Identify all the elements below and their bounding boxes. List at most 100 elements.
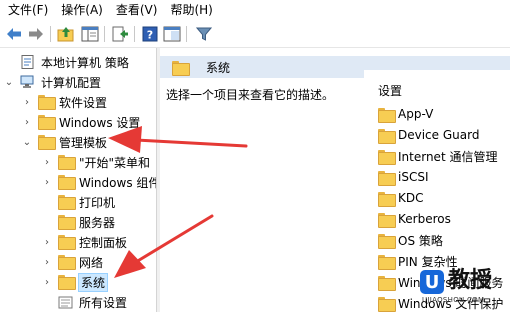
list-item[interactable]: Device Guard <box>378 125 479 145</box>
watermark-title: 教授 <box>448 268 493 293</box>
tree-item-control-panel[interactable]: › 控制面板 <box>42 232 127 252</box>
tree-label: 网络 <box>79 255 104 270</box>
folder-icon <box>58 155 76 170</box>
chevron-right-icon[interactable]: › <box>22 117 32 128</box>
column-header-setting[interactable]: 设置 <box>378 82 402 99</box>
filter-icon <box>196 27 212 41</box>
tree-item-printers[interactable]: 打印机 <box>42 192 115 212</box>
tree-item-system[interactable]: › 系统 <box>42 272 109 292</box>
chevron-right-icon[interactable]: › <box>42 157 52 168</box>
tree-pane: 本地计算机 策略 ⌄ 计算机配置 › 软件设置 › Windows 设置 ⌄ 管… <box>0 48 157 312</box>
chevron-right-icon[interactable]: › <box>42 237 52 248</box>
svg-text:?: ? <box>147 29 153 42</box>
tree-label: 管理模板 <box>59 135 108 150</box>
tree-label: 服务器 <box>79 215 116 230</box>
chevron-right-icon[interactable]: › <box>42 177 52 188</box>
properties-button[interactable] <box>162 24 182 44</box>
show-hide-tree-button[interactable] <box>80 24 100 44</box>
properties-icon <box>163 26 181 42</box>
folder-icon <box>58 175 76 190</box>
folder-icon <box>58 195 76 210</box>
back-arrow-icon <box>7 28 21 40</box>
back-button[interactable] <box>4 24 24 44</box>
tree-item-windows-components[interactable]: › Windows 组件 <box>42 172 157 192</box>
watermark-logo: U 教授 UJIAOSHOU.COM <box>420 262 510 312</box>
filter-button[interactable] <box>194 24 214 44</box>
forward-button[interactable] <box>26 24 46 44</box>
toolbar: ? <box>0 20 510 48</box>
tree-label: Windows 组件 <box>79 175 157 190</box>
list-item-label: Device Guard <box>398 128 480 142</box>
list-item[interactable]: OS 策略 <box>378 230 443 250</box>
up-folder-button[interactable] <box>56 24 76 44</box>
computer-icon <box>20 75 34 88</box>
menu-view[interactable]: 查看(V) <box>108 0 163 20</box>
tree-item-network[interactable]: › 网络 <box>42 252 103 272</box>
folder-icon <box>38 135 56 150</box>
folder-icon <box>172 60 190 76</box>
menu-help[interactable]: 帮助(H) <box>162 0 217 20</box>
folder-icon <box>378 170 396 186</box>
export-list-button[interactable] <box>110 24 130 44</box>
tree-item-start-menu[interactable]: › "开始"菜单和 <box>42 152 150 172</box>
folder-icon <box>378 107 396 123</box>
menu-file[interactable]: 文件(F) <box>0 0 53 20</box>
forward-arrow-icon <box>29 28 43 40</box>
policy-document-icon <box>21 55 34 69</box>
tree-item-admin-templates[interactable]: ⌄ 管理模板 <box>22 132 107 152</box>
folder-icon <box>378 296 396 312</box>
tree-item-local-policy[interactable]: 本地计算机 策略 <box>4 52 129 72</box>
tree-item-servers[interactable]: 服务器 <box>42 212 115 232</box>
folder-icon <box>58 255 76 270</box>
chevron-right-icon[interactable]: › <box>22 97 32 108</box>
up-folder-icon <box>57 27 74 42</box>
watermark-badge: U <box>420 270 444 294</box>
toolbar-separator <box>186 26 187 42</box>
tree-item-all-settings[interactable]: 所有设置 <box>42 292 127 312</box>
help-icon: ? <box>142 26 158 42</box>
tree-label: 软件设置 <box>59 95 108 110</box>
folder-icon <box>378 275 396 291</box>
list-item[interactable]: iSCSI <box>378 167 429 187</box>
folder-icon <box>58 235 76 250</box>
folder-icon <box>378 212 396 228</box>
tree-label: 所有设置 <box>79 295 128 310</box>
list-item-label: OS 策略 <box>398 233 443 248</box>
folder-icon <box>378 233 396 249</box>
list-item[interactable]: KDC <box>378 188 424 208</box>
list-item-label: App-V <box>398 107 434 121</box>
list-item[interactable]: App-V <box>378 104 433 124</box>
folder-icon <box>58 215 76 230</box>
menu-bar: 文件(F) 操作(A) 查看(V) 帮助(H) <box>0 0 510 20</box>
chevron-down-icon[interactable]: ⌄ <box>4 77 14 88</box>
folder-icon <box>38 115 56 130</box>
tree-item-windows-settings[interactable]: › Windows 设置 <box>22 112 140 132</box>
tree-item-software-settings[interactable]: › 软件设置 <box>22 92 107 112</box>
folder-icon <box>378 191 396 207</box>
tree-label: "开始"菜单和 <box>79 155 151 170</box>
tree-label: 系统 <box>77 272 109 292</box>
folder-icon <box>378 254 396 270</box>
tree-item-computer-config[interactable]: ⌄ 计算机配置 <box>4 72 101 92</box>
list-item-label: Internet 通信管理 <box>398 149 498 164</box>
all-settings-icon <box>58 296 73 309</box>
help-button[interactable]: ? <box>140 24 160 44</box>
tree-label: Windows 设置 <box>59 115 141 130</box>
description-text: 选择一个项目来查看它的描述。 <box>166 88 335 102</box>
menu-action[interactable]: 操作(A) <box>53 0 108 20</box>
list-item-label: KDC <box>398 191 424 205</box>
folder-icon <box>378 149 396 165</box>
tree-label: 打印机 <box>79 195 116 210</box>
chevron-right-icon[interactable]: › <box>42 277 52 288</box>
watermark-subtitle: UJIAOSHOU.COM <box>422 296 485 304</box>
folder-icon <box>38 95 56 110</box>
toolbar-separator <box>50 26 51 42</box>
tree-label: 计算机配置 <box>41 75 102 90</box>
list-item[interactable]: Kerberos <box>378 209 451 229</box>
folder-icon <box>58 275 76 290</box>
list-item[interactable]: Internet 通信管理 <box>378 146 497 166</box>
chevron-down-icon[interactable]: ⌄ <box>22 137 32 148</box>
list-item-label: Kerberos <box>398 212 451 226</box>
chevron-right-icon[interactable]: › <box>42 257 52 268</box>
list-item-label: iSCSI <box>398 170 429 184</box>
